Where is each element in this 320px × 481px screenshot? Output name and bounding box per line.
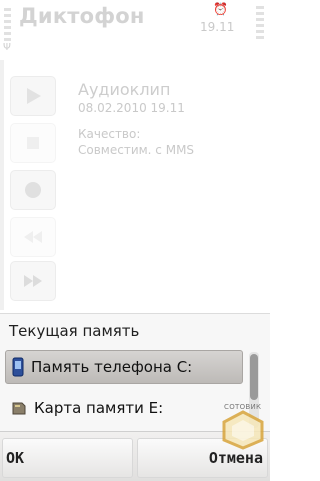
- signal-strength-icon: [4, 8, 12, 42]
- option-label: Карта памяти E:: [34, 399, 164, 417]
- quality-value: Совместим. с MMS: [78, 143, 195, 157]
- record-icon: [25, 182, 41, 198]
- fast-forward-icon: [24, 275, 42, 287]
- battery-icon: [256, 6, 264, 42]
- option-label: Память телефона C:: [31, 358, 193, 376]
- status-bar: Ψ Диктофон ⏰ 19.11: [0, 0, 270, 58]
- alarm-icon: ⏰: [213, 2, 228, 16]
- stop-button[interactable]: [10, 123, 56, 163]
- quality-label: Качество:: [78, 127, 141, 141]
- rewind-button[interactable]: [10, 217, 56, 257]
- play-button[interactable]: [10, 76, 56, 116]
- scrollbar-thumb[interactable]: [250, 354, 258, 400]
- record-button[interactable]: [10, 170, 56, 210]
- recording-datetime: 08.02.2010 19.11: [78, 101, 185, 115]
- play-icon: [27, 88, 41, 104]
- rewind-icon: [24, 231, 42, 243]
- recording-name: Аудиоклип: [78, 80, 171, 99]
- side-strip: [0, 60, 4, 310]
- clock: 19.11: [200, 20, 235, 34]
- recording-info: Аудиоклип 08.02.2010 19.11 Качество: Сов…: [78, 80, 258, 157]
- option-phone-memory[interactable]: Память телефона C:: [5, 350, 243, 384]
- option-memory-card[interactable]: Карта памяти E:: [5, 391, 243, 425]
- app-title: Диктофон: [19, 4, 145, 28]
- stop-icon: [27, 137, 39, 149]
- ok-softkey[interactable]: OK: [2, 438, 133, 478]
- popup-title: Текущая память: [9, 322, 140, 340]
- antenna-icon: Ψ: [3, 42, 11, 53]
- fast-forward-button[interactable]: [10, 261, 56, 301]
- watermark-logo: [222, 410, 264, 450]
- memory-card-icon: [12, 402, 26, 415]
- phone-memory-icon: [12, 357, 24, 377]
